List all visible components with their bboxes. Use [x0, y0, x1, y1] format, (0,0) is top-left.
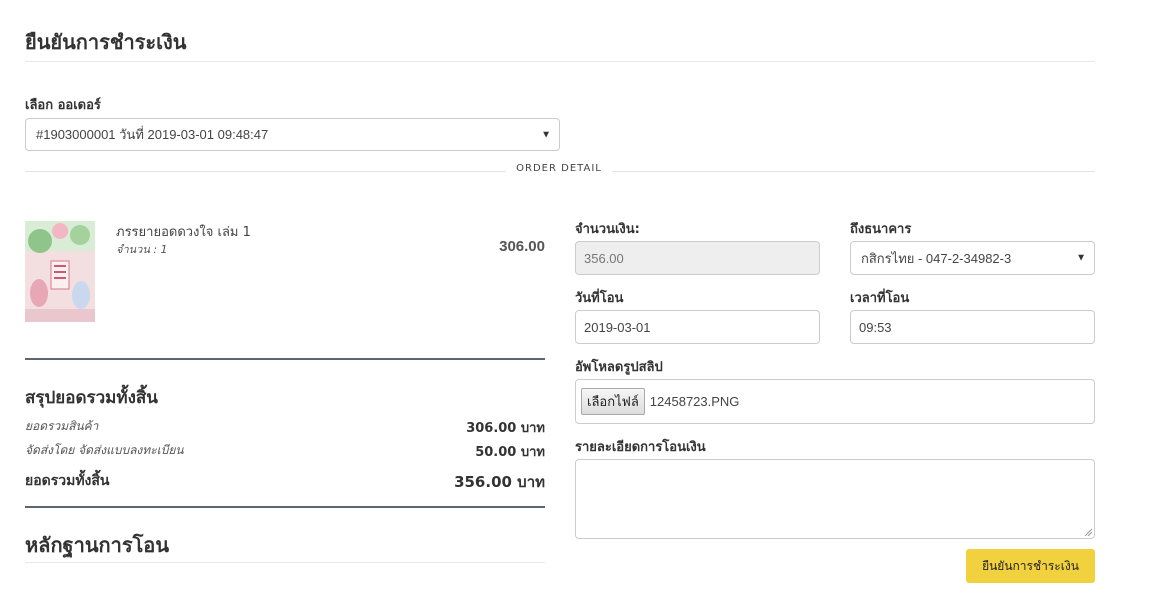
total-value: 356.00 บาท	[454, 473, 545, 491]
order-detail-heading: ORDER DETAIL	[506, 163, 612, 174]
time-field[interactable]: 09:53	[850, 310, 1095, 344]
bank-select-value: กสิกรไทย - 047-2-34982-3	[861, 250, 1012, 266]
summary-row-label: จัดส่งโดย จัดส่งแบบลงทะเบียน	[25, 443, 184, 457]
confirm-payment-button[interactable]: ยืนยันการชำระเงิน	[966, 549, 1095, 583]
amount-field[interactable]: 356.00	[575, 241, 820, 275]
product-name: ภรรยายอดดวงใจ เล่ม 1	[116, 225, 251, 240]
details-textarea[interactable]	[575, 459, 1095, 539]
order-select[interactable]: #1903000001 วันที่ 2019-03-01 09:48:47 ▼	[25, 118, 560, 151]
date-label: วันที่โอน	[575, 291, 624, 306]
caret-down-icon: ▼	[1076, 252, 1086, 264]
amount-value: 356.00	[584, 250, 624, 266]
product-quantity: จำนวน : 1	[116, 243, 168, 256]
upload-label: อัพโหลดรูปสลิป	[575, 360, 663, 375]
upload-field[interactable]: เลือกไฟล์ 12458723.PNG	[575, 379, 1095, 424]
time-value: 09:53	[859, 319, 892, 335]
order-select-value: #1903000001 วันที่ 2019-03-01 09:48:47	[36, 127, 269, 142]
bank-label: ถึงธนาคาร	[850, 222, 912, 237]
product-price: 306.00	[499, 238, 545, 255]
summary-divider-top	[25, 358, 545, 360]
title-divider	[25, 61, 1095, 62]
amount-label: จำนวนเงิน:	[575, 222, 640, 237]
bank-select[interactable]: กสิกรไทย - 047-2-34982-3 ▼	[850, 241, 1095, 275]
order-select-label: เลือก ออเดอร์	[25, 98, 101, 113]
summary-divider-bottom	[25, 506, 545, 508]
upload-filename: 12458723.PNG	[649, 394, 740, 409]
date-value: 2019-03-01	[584, 319, 651, 335]
summary-row-label: ยอดรวมสินค้า	[25, 419, 99, 433]
time-label: เวลาที่โอน	[850, 291, 910, 306]
proof-title: หลักฐานการโอน	[25, 533, 169, 557]
book-cover-image	[25, 221, 95, 322]
total-label: ยอดรวมทั้งสิ้น	[25, 473, 110, 489]
page-title: ยืนยันการชำระเงิน	[25, 30, 187, 54]
details-label: รายละเอียดการโอนเงิน	[575, 440, 706, 455]
summary-title: สรุปยอดรวมทั้งสิ้น	[25, 388, 158, 408]
date-field[interactable]: 2019-03-01	[575, 310, 820, 344]
proof-divider	[25, 562, 545, 563]
summary-row-value: 50.00 บาท	[475, 445, 545, 460]
order-detail-divider: ORDER DETAIL	[25, 163, 1093, 174]
caret-down-icon: ▼	[541, 129, 551, 140]
choose-file-button[interactable]: เลือกไฟล์	[581, 388, 645, 415]
resize-handle-icon[interactable]	[1084, 528, 1092, 536]
summary-row-value: 306.00 บาท	[466, 421, 545, 436]
